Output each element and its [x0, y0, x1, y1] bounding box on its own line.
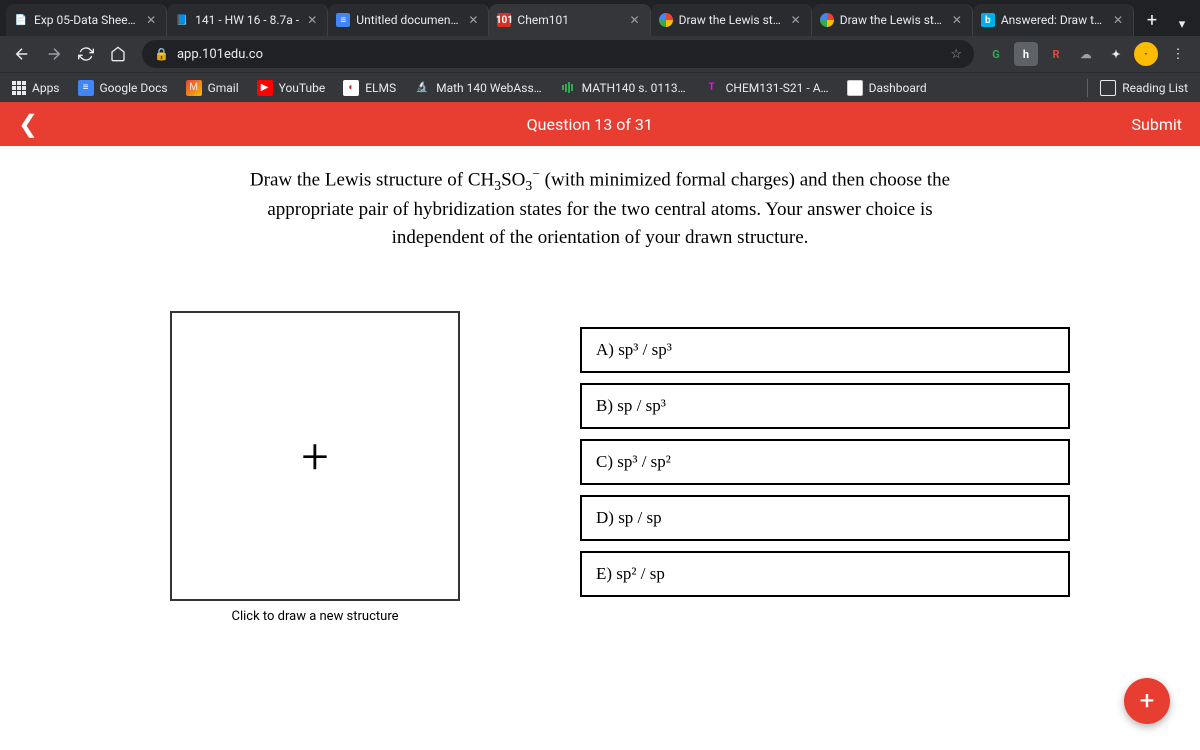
structure-draw-area: + Click to draw a new structure	[170, 311, 460, 624]
tab-close-icon[interactable]: ✕	[950, 13, 964, 27]
tab-title: Untitled document -	[356, 13, 460, 27]
back-button[interactable]	[8, 40, 36, 68]
kebab-menu-icon[interactable]: ⋮	[1164, 40, 1192, 68]
extension-honey-icon[interactable]: h	[1014, 42, 1038, 66]
chem101-favicon: 101	[497, 13, 511, 27]
browser-tab[interactable]: Draw the Lewis struc ✕	[812, 4, 973, 36]
answer-choice-d[interactable]: D) sp / sp	[580, 495, 1070, 541]
url-text: app.101edu.co	[177, 47, 263, 62]
lock-icon: 🔒	[154, 47, 169, 61]
chart-icon	[560, 80, 576, 96]
tab-title: 141 - HW 16 - 8.7a -	[195, 13, 299, 27]
answer-choice-a[interactable]: A) sp³ / sp³	[580, 327, 1070, 373]
answer-choice-c[interactable]: C) sp³ / sp²	[580, 439, 1070, 485]
forward-button[interactable]	[40, 40, 68, 68]
elms-icon: ◐	[343, 80, 359, 96]
extension-r-icon[interactable]: R	[1044, 42, 1068, 66]
answer-choice-b[interactable]: B) sp / sp³	[580, 383, 1070, 429]
apps-button[interactable]: Apps	[12, 81, 60, 95]
docs-icon: ≡	[78, 80, 94, 96]
tab-title: Chem101	[517, 13, 621, 27]
canvas-hint: Click to draw a new structure	[231, 609, 398, 624]
home-button[interactable]	[104, 40, 132, 68]
browser-tab-active[interactable]: 101 Chem101 ✕	[489, 4, 650, 36]
tab-title: Answered: Draw the	[1001, 13, 1105, 27]
address-bar[interactable]: 🔒 app.101edu.co ☆	[142, 40, 974, 68]
docs-favicon: ≡	[336, 13, 350, 27]
answer-choice-e[interactable]: E) sp² / sp	[580, 551, 1070, 597]
bookmark-item[interactable]: Dashboard	[847, 80, 927, 96]
youtube-icon: ▶	[257, 80, 273, 96]
apps-label: Apps	[32, 81, 60, 95]
google-favicon	[820, 13, 834, 27]
tab-title: Draw the Lewis struc	[840, 13, 944, 27]
browser-tab[interactable]: 📘 141 - HW 16 - 8.7a - ✕	[167, 4, 328, 36]
tab-title: Exp 05-Data Sheet.p	[34, 13, 138, 27]
bookmark-item[interactable]: MGmail	[186, 80, 239, 96]
tab-dropdown-icon[interactable]: ▾	[1170, 17, 1194, 32]
bookmark-item[interactable]: 🔬Math 140 WebAss…	[414, 80, 542, 96]
tab-close-icon[interactable]: ✕	[466, 13, 480, 27]
tab-close-icon[interactable]: ✕	[789, 13, 803, 27]
extensions-button[interactable]: ✦	[1104, 42, 1128, 66]
extension-grammarly-icon[interactable]: G	[984, 42, 1008, 66]
answer-choices: A) sp³ / sp³ B) sp / sp³ C) sp³ / sp² D)…	[580, 327, 1070, 597]
tab-close-icon[interactable]: ✕	[1111, 13, 1125, 27]
profile-avatar[interactable]: ·	[1134, 42, 1158, 66]
apps-grid-icon	[12, 81, 26, 95]
favicon: 📘	[175, 13, 189, 27]
tab-close-icon[interactable]: ✕	[305, 13, 319, 27]
tab-close-icon[interactable]: ✕	[144, 13, 158, 27]
app-header: ❮ Question 13 of 31 Submit	[0, 102, 1200, 146]
browser-tab[interactable]: b Answered: Draw the ✕	[973, 4, 1134, 36]
tab-title: Draw the Lewis struc	[679, 13, 783, 27]
reading-list-icon	[1100, 80, 1116, 96]
bookmarks-bar: Apps ≡Google Docs MGmail ▶YouTube ◐ELMS …	[0, 72, 1200, 102]
reload-button[interactable]	[72, 40, 100, 68]
browser-tab[interactable]: 📄 Exp 05-Data Sheet.p ✕	[6, 4, 167, 36]
plus-icon: +	[301, 428, 328, 485]
bookmark-item[interactable]: ▶YouTube	[257, 80, 326, 96]
fab-add-button[interactable]: +	[1124, 678, 1170, 724]
browser-tab[interactable]: ≡ Untitled document - ✕	[328, 4, 489, 36]
webassign-icon: 🔬	[414, 80, 430, 96]
new-tab-button[interactable]: +	[1138, 6, 1166, 34]
reading-list-button[interactable]: Reading List	[1100, 80, 1188, 96]
bookmark-item[interactable]: TCHEM131-S21 - A…	[704, 80, 829, 96]
question-prompt: Draw the Lewis structure of CH3SO3− (wit…	[220, 164, 980, 251]
chem-icon: T	[704, 80, 720, 96]
favicon: 📄	[14, 13, 28, 27]
dashboard-icon	[847, 80, 863, 96]
browser-toolbar: 🔒 app.101edu.co ☆ G h R ☁ ✦ · ⋮	[0, 36, 1200, 72]
star-icon[interactable]: ☆	[950, 47, 962, 62]
question-content: Draw the Lewis structure of CH3SO3− (wit…	[0, 146, 1200, 750]
browser-tab-strip: 📄 Exp 05-Data Sheet.p ✕ 📘 141 - HW 16 - …	[0, 0, 1200, 36]
extension-cloud-icon[interactable]: ☁	[1074, 42, 1098, 66]
bartleby-favicon: b	[981, 13, 995, 27]
separator	[1087, 79, 1088, 97]
tab-close-icon[interactable]: ✕	[628, 13, 642, 27]
drawing-canvas[interactable]: +	[170, 311, 460, 601]
back-chevron-button[interactable]: ❮	[18, 110, 48, 138]
bookmark-item[interactable]: ≡Google Docs	[78, 80, 168, 96]
bookmark-item[interactable]: ◐ELMS	[343, 80, 396, 96]
question-counter: Question 13 of 31	[48, 115, 1132, 134]
gmail-icon: M	[186, 80, 202, 96]
submit-button[interactable]: Submit	[1132, 115, 1182, 134]
bookmark-item[interactable]: MATH140 s. 0113…	[560, 80, 686, 96]
google-favicon	[659, 13, 673, 27]
browser-tab[interactable]: Draw the Lewis struc ✕	[651, 4, 812, 36]
